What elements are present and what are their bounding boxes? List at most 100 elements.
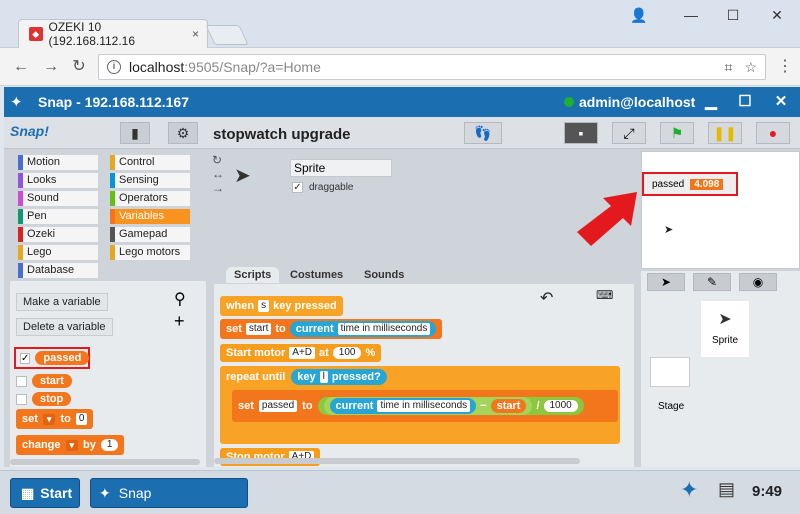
category-variables[interactable]: Variables	[110, 209, 190, 224]
snap-logo[interactable]: Snap!	[10, 123, 49, 139]
speed-slot[interactable]: 100	[332, 347, 362, 359]
add-icon[interactable]: +	[174, 311, 185, 332]
divisor-slot[interactable]: 1000	[543, 400, 578, 412]
delete-variable-button[interactable]: Delete a variable	[16, 318, 113, 336]
repeat-until-block[interactable]: repeat until key l pressed? set passed t…	[220, 366, 620, 444]
address-bar[interactable]: i localhost:9505/Snap/?a=Home ⌗ ☆	[98, 54, 766, 80]
settings-gear-icon[interactable]: ⚙	[168, 122, 198, 144]
category-sound[interactable]: Sound	[18, 191, 98, 206]
start-button[interactable]: ▦ Start	[10, 478, 80, 508]
variable-reporter[interactable]: passed	[35, 351, 90, 365]
key-pressed-predicate[interactable]: key l pressed?	[291, 369, 387, 385]
category-lego-motors[interactable]: Lego motors	[110, 245, 190, 260]
category-ozeki[interactable]: Ozeki	[18, 227, 98, 242]
checkbox[interactable]: ✓	[292, 182, 303, 193]
set-variable-block[interactable]: set ▾ to 0	[16, 409, 94, 429]
category-pen[interactable]: Pen	[18, 209, 98, 224]
variable-reporter[interactable]: start	[32, 374, 72, 388]
category-sensing[interactable]: Sensing	[110, 173, 190, 188]
new-tab-button[interactable]	[205, 25, 249, 45]
maximize-button[interactable]: ☐	[718, 4, 748, 26]
forward-icon[interactable]: →	[40, 56, 62, 78]
variable-slot[interactable]: passed	[258, 400, 298, 412]
current-time-reporter[interactable]: current time in milliseconds	[329, 398, 477, 414]
checkbox[interactable]: ✓	[20, 352, 31, 364]
tab-close-icon[interactable]: ×	[192, 27, 199, 41]
fullscreen-icon[interactable]: ⤢	[612, 122, 646, 144]
start-reporter[interactable]: start	[490, 399, 527, 413]
category-operators[interactable]: Operators	[110, 191, 190, 206]
paint-brush-icon[interactable]: ✎	[693, 273, 731, 291]
time-unit-slot[interactable]: time in milliseconds	[377, 400, 471, 412]
category-database[interactable]: Database	[18, 263, 98, 278]
checkbox[interactable]	[16, 393, 27, 405]
key-slot[interactable]: l	[319, 371, 328, 383]
variable-slot[interactable]: start	[245, 323, 272, 335]
sprite-arrow-icon[interactable]: ➤	[664, 223, 673, 236]
info-icon[interactable]: i	[107, 60, 121, 74]
when-key-pressed-block[interactable]: when s key pressed	[220, 296, 343, 316]
variable-row-stop[interactable]: stop	[16, 391, 72, 407]
translate-icon[interactable]: ⌗	[725, 59, 733, 76]
start-motor-block[interactable]: Start motor A+D at 100 %	[220, 344, 382, 362]
stage-thumbnail[interactable]	[650, 357, 690, 387]
snap-close-button[interactable]: ✕	[770, 92, 792, 112]
make-variable-button[interactable]: Make a variable	[16, 293, 108, 311]
camera-icon[interactable]: ◉	[739, 273, 777, 291]
rotation-style-icons[interactable]: ↻ ↔ →	[212, 153, 224, 195]
scripts-scrollbar[interactable]	[214, 458, 580, 464]
stage-size-toggle-icon[interactable]: ▪	[564, 122, 598, 144]
draggable-toggle[interactable]: ✓ draggable	[292, 182, 353, 193]
current-time-reporter[interactable]: current time in milliseconds	[289, 321, 437, 337]
value-slot[interactable]: 1	[100, 439, 119, 451]
category-looks[interactable]: Looks	[18, 173, 98, 188]
dropdown-arrow-icon[interactable]: ▾	[42, 413, 56, 425]
category-gamepad[interactable]: Gamepad	[110, 227, 190, 242]
pause-button[interactable]: ❚❚	[708, 122, 742, 144]
back-icon[interactable]: ←	[10, 56, 32, 78]
category-lego[interactable]: Lego	[18, 245, 98, 260]
taskbar-item-snap[interactable]: ✦ Snap	[90, 478, 248, 508]
undo-icon[interactable]: ↶	[540, 288, 553, 308]
variable-watcher[interactable]: passed 4.098	[642, 172, 738, 196]
file-menu-icon[interactable]: ▮	[120, 122, 150, 144]
turtle-sprite-icon[interactable]: ➤	[647, 273, 685, 291]
port-slot[interactable]: A+D	[289, 347, 316, 359]
time-unit-slot[interactable]: time in milliseconds	[337, 323, 431, 335]
checkbox[interactable]	[16, 375, 27, 387]
reload-icon[interactable]: ↻	[68, 56, 90, 78]
set-start-block[interactable]: set start to current time in millisecond…	[220, 319, 443, 339]
tab-scripts[interactable]: Scripts	[226, 267, 280, 283]
variable-row-start[interactable]: start	[16, 373, 72, 389]
sprite-name-field[interactable]: Sprite	[290, 159, 392, 177]
change-variable-block[interactable]: change ▾ by 1	[16, 435, 125, 455]
dropdown-arrow-icon[interactable]: ▾	[65, 439, 79, 451]
monitor-icon[interactable]: ▤	[718, 479, 735, 500]
green-flag-button[interactable]: ⚑	[660, 122, 694, 144]
search-icon[interactable]: ⚲	[174, 289, 186, 309]
snap-minimize-button[interactable]: ▁	[700, 92, 722, 112]
divide-operator[interactable]: current time in milliseconds − start / 1…	[317, 397, 584, 415]
variable-row-passed[interactable]: ✓ passed	[14, 347, 90, 369]
snap-maximize-button[interactable]: ☐	[734, 92, 756, 112]
footsteps-icon[interactable]: 👣	[464, 122, 502, 144]
value-slot[interactable]: 0	[75, 413, 88, 425]
keyboard-icon[interactable]: ⌨	[596, 288, 613, 302]
sprite-thumbnail[interactable]: ➤ Sprite	[701, 301, 749, 357]
category-motion[interactable]: Motion	[18, 155, 98, 170]
ozeki-robot-icon[interactable]: ✦	[680, 477, 698, 503]
browser-tab[interactable]: ◆ OZEKI 10 (192.168.112.16 ×	[18, 19, 208, 48]
close-window-button[interactable]: ✕	[762, 4, 792, 26]
palette-scrollbar[interactable]	[10, 459, 200, 465]
variable-reporter[interactable]: stop	[32, 392, 72, 406]
minus-operator[interactable]: current time in milliseconds − start	[323, 397, 533, 415]
set-passed-block[interactable]: set passed to current time in millisecon…	[232, 390, 618, 422]
user-icon[interactable]: 👤	[624, 4, 654, 26]
menu-icon[interactable]: ⋮	[774, 56, 796, 78]
category-control[interactable]: Control	[110, 155, 190, 170]
stage[interactable]: passed 4.098 ➤	[641, 151, 800, 269]
minimize-button[interactable]: —	[676, 4, 706, 26]
scripting-area[interactable]: ↶ ⌨ when s key pressed set start to curr…	[214, 284, 634, 467]
tab-costumes[interactable]: Costumes	[282, 267, 352, 283]
stop-button[interactable]: ●	[756, 122, 790, 144]
